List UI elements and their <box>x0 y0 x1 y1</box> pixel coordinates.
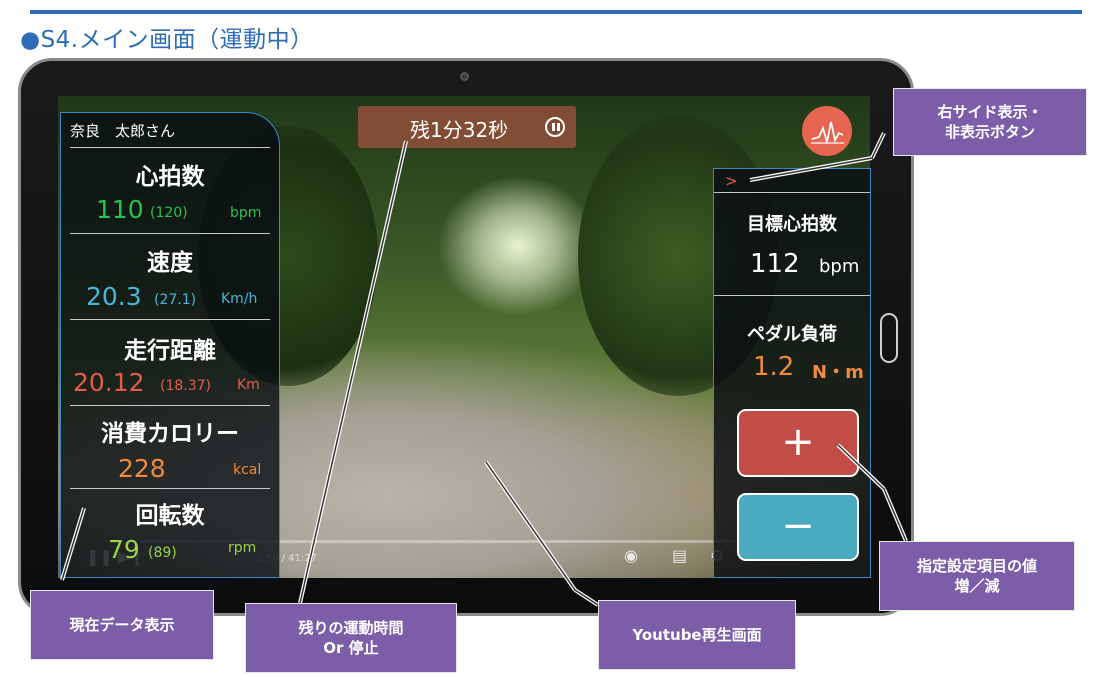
callout-text: 右サイド表示・ 非表示ボタン <box>937 103 1043 141</box>
callout-current-data: 現在データ表示 <box>30 590 214 660</box>
callout-text: Youtube再生画面 <box>632 626 762 644</box>
callout-youtube: Youtube再生画面 <box>598 600 796 670</box>
callout-increase-decrease: 指定設定項目の値 増／減 <box>879 541 1075 611</box>
callout-text: 残りの運動時間 Or 停止 <box>298 619 404 657</box>
callout-remaining-time: 残りの運動時間 Or 停止 <box>245 603 457 673</box>
callout-text: 現在データ表示 <box>69 616 175 634</box>
callout-right-side-toggle: 右サイド表示・ 非表示ボタン <box>893 88 1087 156</box>
callout-text: 指定設定項目の値 増／減 <box>916 557 1037 595</box>
